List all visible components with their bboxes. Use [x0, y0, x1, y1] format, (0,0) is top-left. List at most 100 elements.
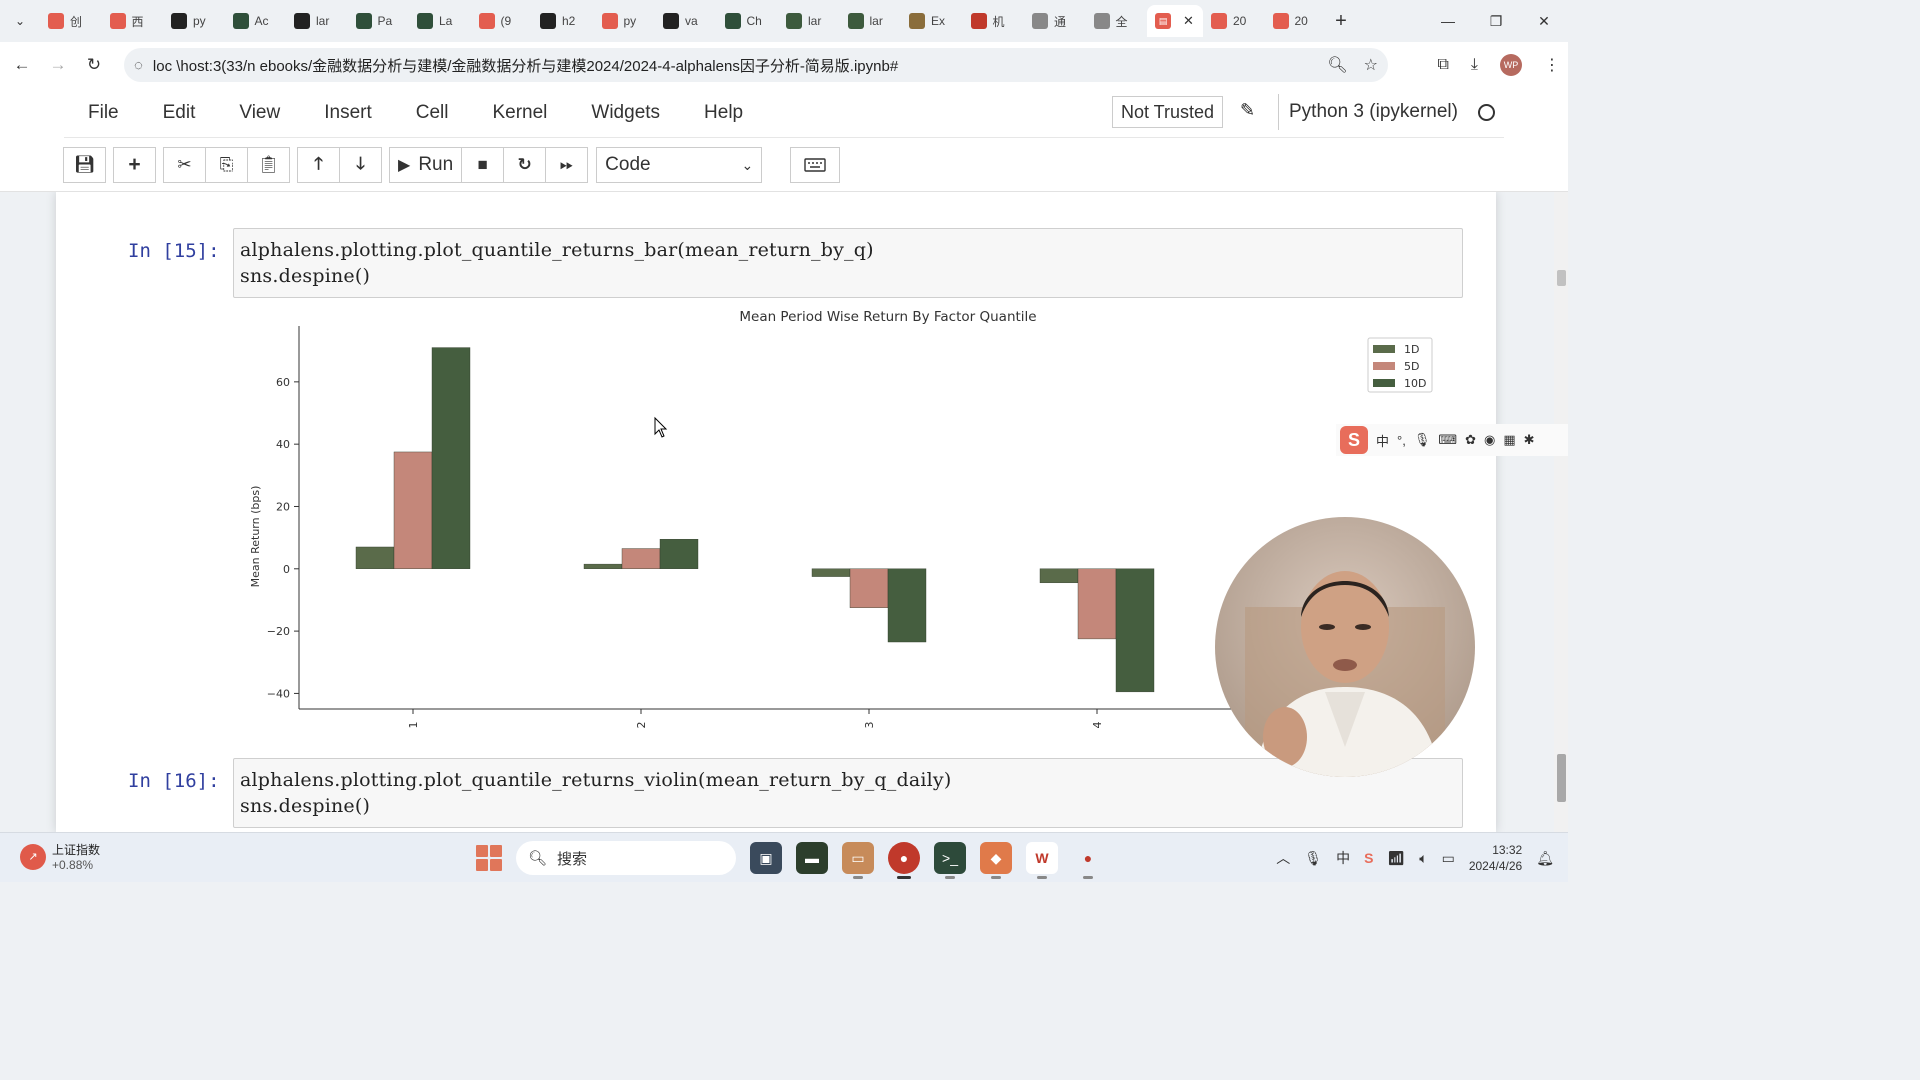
scrollbar-thumb-lower[interactable]	[1557, 754, 1566, 802]
browser-tab[interactable]: (9	[471, 5, 533, 37]
profile-avatar[interactable]: WP	[1500, 54, 1522, 76]
insert-cell-button[interactable]: +	[113, 147, 156, 183]
browser-tab[interactable]: 通	[1024, 5, 1086, 37]
grid-icon[interactable]: ▦	[1503, 432, 1515, 448]
skin-icon[interactable]: ✿	[1465, 432, 1476, 448]
browser-tab[interactable]: Pa	[348, 5, 410, 37]
cell-type-select[interactable]: Code ⌄	[596, 147, 763, 183]
menu-view[interactable]: View	[217, 88, 302, 138]
microphone-icon[interactable]: 🎙︎	[1304, 850, 1322, 867]
browser-tab[interactable]: py	[594, 5, 656, 37]
browser-tab[interactable]: Ac	[225, 5, 287, 37]
browser-tab[interactable]: lar	[286, 5, 348, 37]
browser-menu-icon[interactable]: ⋮	[1544, 55, 1560, 75]
scrollbar-thumb[interactable]	[1557, 270, 1566, 286]
move-down-button[interactable]: 🡓	[339, 147, 382, 183]
code-cell[interactable]: alphalens.plotting.plot_quantile_returns…	[233, 758, 1463, 828]
stock-widget[interactable]: ↗ 上证指数 +0.88%	[20, 841, 100, 872]
keyboard-icon[interactable]: ⌨	[1438, 432, 1457, 448]
browser-tab[interactable]: h2	[532, 5, 594, 37]
wifi-icon[interactable]: 📶︎	[1387, 850, 1405, 867]
tab-favicon-icon	[109, 13, 126, 29]
ime-language-toggle[interactable]: 中	[1376, 431, 1389, 450]
new-tab-button[interactable]: +	[1326, 10, 1356, 33]
menu-edit[interactable]: Edit	[141, 88, 218, 138]
chevron-up-icon[interactable]: ︿	[1276, 848, 1290, 868]
browser-tab[interactable]: 西	[102, 5, 164, 37]
pencil-icon[interactable]: ✎	[1240, 100, 1255, 121]
extensions-icon[interactable]: ⧉	[1437, 56, 1448, 74]
save-button[interactable]: 💾︎	[63, 147, 106, 183]
browser-tab[interactable]: py	[163, 5, 225, 37]
start-button[interactable]	[476, 845, 502, 871]
not-trusted-button[interactable]: Not Trusted	[1112, 96, 1224, 128]
browser-tab[interactable]: 全	[1086, 5, 1148, 37]
app-icon[interactable]: ◆	[980, 842, 1012, 879]
settings-icon[interactable]: ✱	[1524, 432, 1535, 448]
restore-button[interactable]: ❐	[1472, 0, 1520, 42]
menu-kernel[interactable]: Kernel	[470, 88, 569, 138]
url-bar[interactable]: ◌ loc \host:3(33/n ebooks/金融数据分析与建模/金融数据…	[124, 48, 1388, 82]
site-info-icon[interactable]: ◌	[134, 57, 143, 74]
ime-tray-icon[interactable]: 中	[1336, 848, 1350, 868]
microphone-icon[interactable]: 🎙︎	[1414, 432, 1431, 448]
minimize-button[interactable]: —	[1424, 0, 1472, 42]
paste-button[interactable]: 📋︎	[247, 147, 290, 183]
close-tab-icon[interactable]: ✕	[1183, 13, 1194, 29]
notebook-icon: ▤	[1155, 13, 1171, 29]
menu-help[interactable]: Help	[682, 88, 765, 138]
bar-10d-q1	[431, 347, 471, 569]
sogou-logo-icon[interactable]: S	[1340, 426, 1368, 454]
chrome-icon[interactable]: ●	[888, 842, 920, 879]
restart-button[interactable]: ↻	[503, 147, 547, 183]
recorder-icon[interactable]: ●	[1072, 842, 1104, 879]
notification-icon[interactable]: 🔔︎	[1536, 850, 1554, 867]
page-scrollbar[interactable]	[1554, 192, 1568, 832]
cut-button[interactable]: ✂	[163, 147, 206, 183]
console-icon[interactable]: >_	[934, 842, 966, 879]
move-up-button[interactable]: 🡑	[297, 147, 340, 183]
volume-icon[interactable]: 🔈︎	[1419, 850, 1427, 867]
wps-icon[interactable]: W	[1026, 842, 1058, 879]
browser-tab[interactable]: 20	[1203, 5, 1265, 37]
restart-run-all-button[interactable]: ⏩︎	[545, 147, 589, 183]
game-icon[interactable]: ◉	[1484, 432, 1495, 448]
close-window-button[interactable]: ✕	[1520, 0, 1568, 42]
browser-tab[interactable]: lar	[778, 5, 840, 37]
clock[interactable]: 13:32 2024/4/26	[1469, 842, 1522, 874]
browser-tab[interactable]: La	[409, 5, 471, 37]
copy-button[interactable]: ⎘	[205, 147, 248, 183]
browser-tab[interactable]: Ch	[717, 5, 779, 37]
tab-search-button[interactable]: ⌄	[0, 0, 40, 42]
forward-button[interactable]: →	[40, 47, 76, 83]
command-palette-button[interactable]	[790, 147, 841, 183]
menu-file[interactable]: File	[64, 88, 141, 138]
battery-icon[interactable]: ▭	[1442, 850, 1455, 867]
url-text[interactable]: loc \host:3(33/n ebooks/金融数据分析与建模/金融数据分析…	[153, 55, 898, 76]
run-button[interactable]: ▶ Run	[389, 147, 463, 183]
terminal-icon[interactable]: ▬	[796, 842, 828, 874]
tab-active[interactable]: ▤ ✕	[1147, 5, 1203, 37]
menu-cell[interactable]: Cell	[394, 88, 471, 138]
browser-tab[interactable]: 20	[1265, 5, 1327, 37]
code-cell[interactable]: alphalens.plotting.plot_quantile_returns…	[233, 228, 1463, 298]
menu-widgets[interactable]: Widgets	[569, 88, 682, 138]
file-explorer-icon[interactable]: ▭	[842, 842, 874, 879]
browser-tab[interactable]: Ex	[901, 5, 963, 37]
back-button[interactable]: ←	[4, 47, 40, 83]
zoom-icon[interactable]: 🔍︎	[1327, 55, 1347, 75]
browser-tab[interactable]: lar	[840, 5, 902, 37]
reload-button[interactable]: ↻	[76, 47, 112, 83]
task-view-icon[interactable]: ▣	[750, 842, 782, 874]
bookmark-star-icon[interactable]: ☆	[1364, 55, 1378, 75]
sogou-tray-icon[interactable]: S	[1364, 850, 1373, 866]
download-icon[interactable]: ⤓	[1471, 56, 1478, 74]
browser-tab[interactable]: 创	[40, 5, 102, 37]
ime-punctuation-toggle[interactable]: °,	[1397, 433, 1406, 448]
browser-tab[interactable]: 机	[963, 5, 1025, 37]
interrupt-button[interactable]: ■	[461, 147, 505, 183]
menu-insert[interactable]: Insert	[302, 88, 394, 138]
x-tick-label: 3	[863, 722, 876, 729]
browser-tab[interactable]: va	[655, 5, 717, 37]
taskbar-search[interactable]: 🔍︎ 搜索	[516, 841, 736, 875]
